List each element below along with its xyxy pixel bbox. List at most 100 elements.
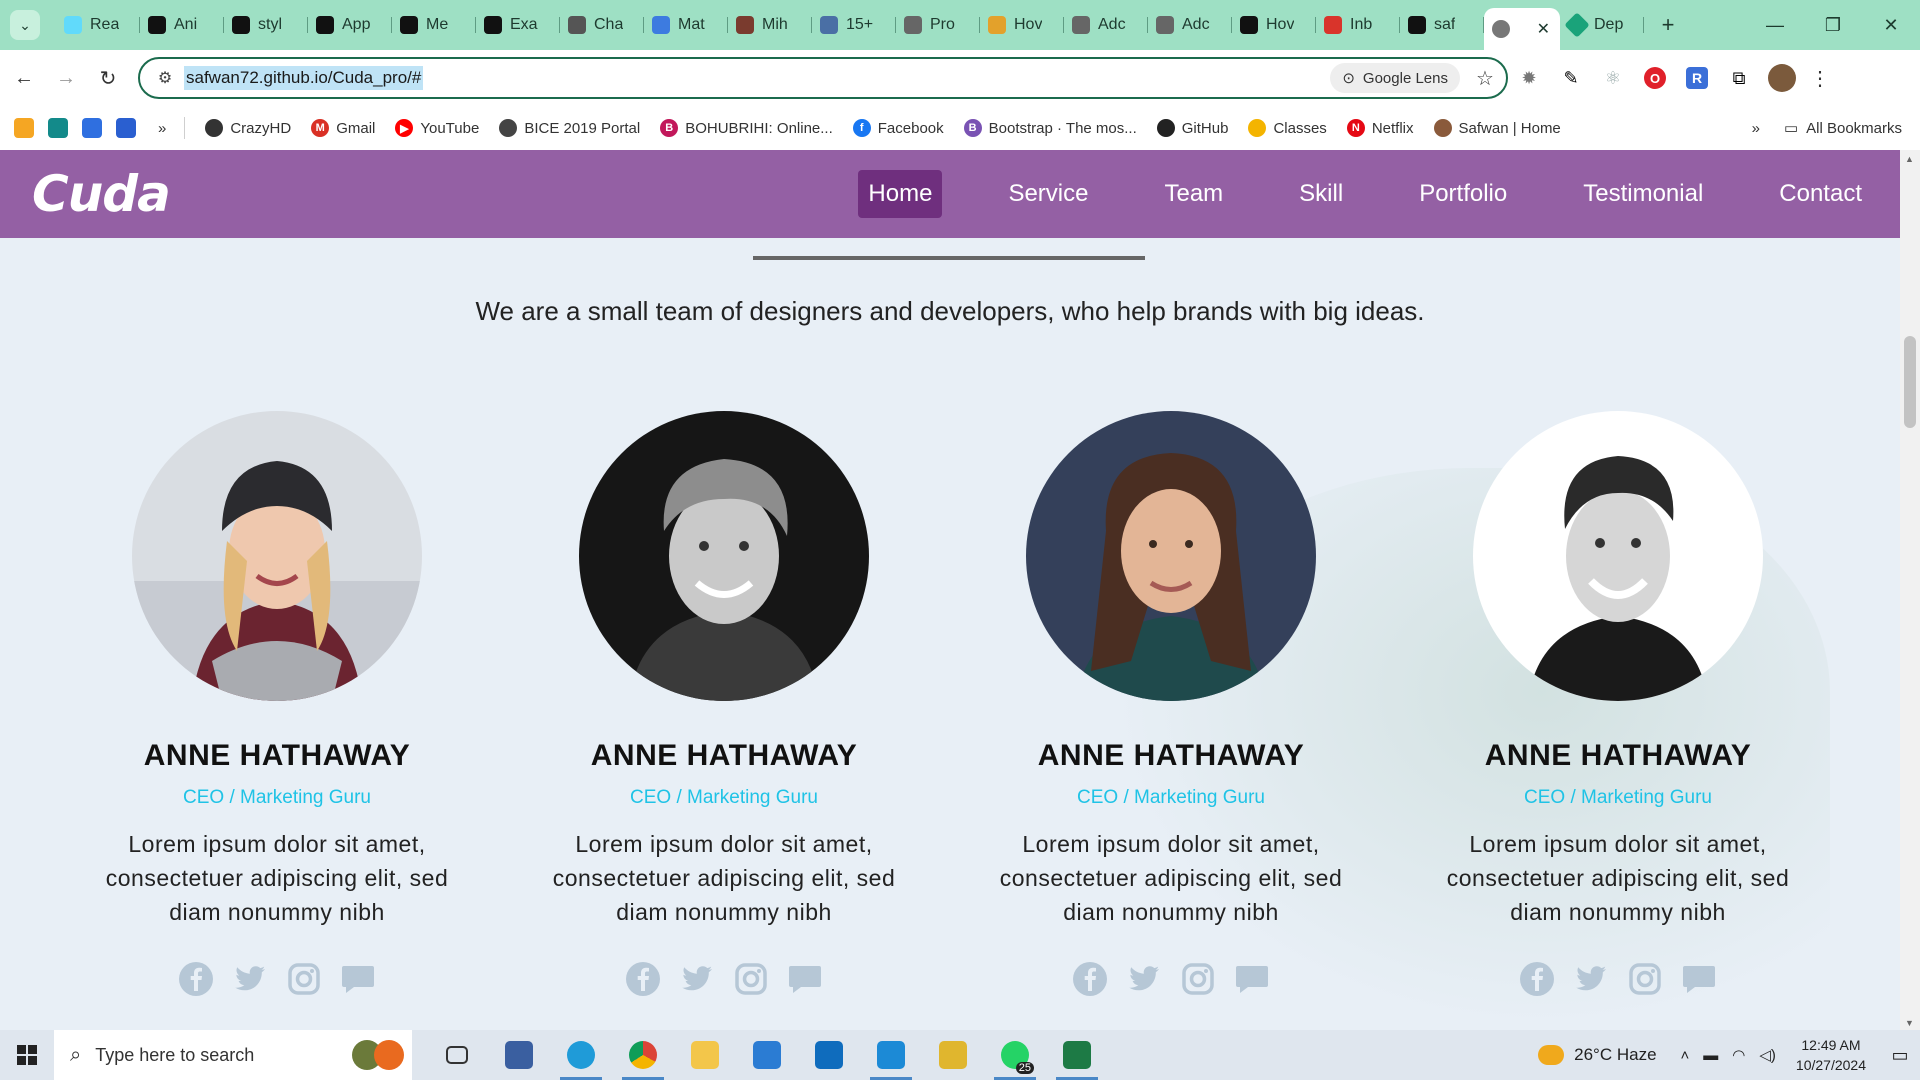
close-tab-icon[interactable]: ✕ [1537, 19, 1550, 39]
browser-tab[interactable]: Cha [560, 7, 644, 43]
bookmark-star-icon[interactable]: ☆ [1468, 66, 1502, 91]
bookmark-item[interactable]: B Bootstrap · The mos... [963, 119, 1137, 137]
browser-tab[interactable]: Dep [1560, 7, 1644, 43]
pinned-tool-icon[interactable] [922, 1030, 984, 1080]
extension-react-icon[interactable]: ⚛ [1592, 60, 1634, 96]
nav-link-testimonial[interactable]: Testimonial [1573, 170, 1713, 218]
all-bookmarks-button[interactable]: » ▭ All Bookmarks [1752, 119, 1902, 138]
browser-tab[interactable]: 15+ [812, 7, 896, 43]
bookmark-item[interactable]: BICE 2019 Portal [499, 119, 640, 137]
site-info-icon[interactable]: ⚙ [150, 63, 180, 93]
new-tab-button[interactable]: + [1650, 7, 1686, 43]
excel-icon[interactable] [1046, 1030, 1108, 1080]
outlook-icon[interactable] [798, 1030, 860, 1080]
scroll-up-arrow-icon[interactable]: ▲ [1905, 154, 1914, 164]
browser-tab[interactable]: Mat [644, 7, 728, 43]
address-bar[interactable]: ⚙ safwan72.github.io/Cuda_pro/# ⊙ Google… [138, 57, 1508, 99]
twitter-icon[interactable] [1571, 959, 1611, 999]
scrollbar-thumb[interactable] [1904, 336, 1916, 428]
nav-link-service[interactable]: Service [998, 170, 1098, 218]
instagram-icon[interactable] [1625, 959, 1665, 999]
twitter-icon[interactable] [230, 959, 270, 999]
browser-tab[interactable]: Pro [896, 7, 980, 43]
instagram-icon[interactable] [284, 959, 324, 999]
more-bookmarks-chevron-icon[interactable]: » [1752, 120, 1760, 137]
facebook-icon[interactable] [176, 959, 216, 999]
bookmark-item[interactable]: Safwan | Home [1433, 119, 1561, 137]
bookmark-item[interactable]: Classes [1248, 119, 1327, 137]
task-view-icon[interactable] [426, 1030, 488, 1080]
bookmark-item[interactable]: M Gmail [311, 119, 375, 137]
browser-menu-button[interactable]: ⋮ [1802, 60, 1838, 96]
bookmark-item[interactable]: GitHub [1156, 119, 1228, 137]
instagram-icon[interactable] [1178, 959, 1218, 999]
browser-tab[interactable]: saf [1400, 7, 1484, 43]
nav-link-portfolio[interactable]: Portfolio [1409, 170, 1517, 218]
profile-avatar[interactable] [1768, 64, 1796, 92]
network-icon[interactable]: ◠ [1732, 1046, 1745, 1064]
more-apps-chevron-icon[interactable]: » [158, 120, 166, 137]
clock[interactable]: 12:49 AM 10/27/2024 [1796, 1035, 1866, 1075]
facebook-icon[interactable] [623, 959, 663, 999]
nav-link-team[interactable]: Team [1154, 170, 1233, 218]
close-window-button[interactable]: ✕ [1862, 0, 1920, 50]
chat-icon[interactable] [338, 959, 378, 999]
browser-tab[interactable]: Me [392, 7, 476, 43]
bookmark-item[interactable]: ▶ YouTube [395, 119, 479, 137]
back-button[interactable]: ← [6, 60, 42, 96]
extensions-puzzle-icon[interactable]: ⧉ [1718, 60, 1760, 96]
nav-link-skill[interactable]: Skill [1289, 170, 1353, 218]
chrome-icon[interactable] [612, 1030, 674, 1080]
extension-bug-icon[interactable]: ✹ [1508, 60, 1550, 96]
chat-icon[interactable] [1232, 959, 1272, 999]
tab-search-button[interactable]: ⌄ [10, 10, 40, 40]
site-logo[interactable]: Cuda [32, 165, 171, 223]
bookmark-app-blue-2[interactable] [116, 118, 136, 138]
extension-opera-icon[interactable]: O [1634, 60, 1676, 96]
volume-icon[interactable]: ◁) [1759, 1046, 1776, 1064]
page-scrollbar[interactable]: ▲ ▼ [1900, 150, 1920, 1030]
edge-icon[interactable] [550, 1030, 612, 1080]
nav-link-home[interactable]: Home [858, 170, 943, 218]
browser-tab[interactable]: Adc [1064, 7, 1148, 43]
browser-tab[interactable]: Rea [56, 7, 140, 43]
google-lens-button[interactable]: ⊙ Google Lens [1330, 63, 1460, 93]
browser-tab[interactable]: Ani [140, 7, 224, 43]
battery-icon[interactable]: ▬ [1703, 1047, 1718, 1064]
facebook-icon[interactable] [1070, 959, 1110, 999]
browser-tab[interactable]: Mih [728, 7, 812, 43]
vscode-icon[interactable] [860, 1030, 922, 1080]
bookmark-item[interactable]: f Facebook [852, 119, 944, 137]
scroll-down-arrow-icon[interactable]: ▼ [1905, 1018, 1914, 1028]
pinned-app-icon[interactable] [488, 1030, 550, 1080]
instagram-icon[interactable] [731, 959, 771, 999]
file-explorer-icon[interactable] [674, 1030, 736, 1080]
notifications-icon[interactable]: ▭ [1880, 1045, 1920, 1066]
twitter-icon[interactable] [1124, 959, 1164, 999]
taskbar-search[interactable]: ⌕ Type here to search [54, 1030, 412, 1080]
browser-tab[interactable]: Adc [1148, 7, 1232, 43]
browser-tab[interactable]: Inb [1316, 7, 1400, 43]
whatsapp-icon[interactable]: 25 [984, 1030, 1046, 1080]
chat-icon[interactable] [785, 959, 825, 999]
browser-tab[interactable]: Exa [476, 7, 560, 43]
extension-r-icon[interactable]: R [1676, 60, 1718, 96]
bookmark-app-orange[interactable] [14, 118, 34, 138]
url-text[interactable]: safwan72.github.io/Cuda_pro/# [184, 66, 424, 90]
browser-tab-active[interactable]: ✕ [1484, 8, 1560, 50]
weather-widget[interactable]: 26°C Haze [1538, 1045, 1657, 1065]
facebook-icon[interactable] [1517, 959, 1557, 999]
extension-eyedropper-icon[interactable]: ✎ [1550, 60, 1592, 96]
bookmark-app-blue[interactable] [82, 118, 102, 138]
bookmark-app-teal[interactable] [48, 118, 68, 138]
twitter-icon[interactable] [677, 959, 717, 999]
browser-tab[interactable]: App [308, 7, 392, 43]
forward-button[interactable]: → [48, 60, 84, 96]
bookmark-item[interactable]: CrazyHD [205, 119, 291, 137]
restore-button[interactable]: ❐ [1804, 0, 1862, 50]
reload-button[interactable]: ↻ [90, 60, 126, 96]
nav-link-contact[interactable]: Contact [1769, 170, 1872, 218]
browser-tab[interactable]: styl [224, 7, 308, 43]
minimize-button[interactable]: — [1746, 0, 1804, 50]
browser-tab[interactable]: Hov [980, 7, 1064, 43]
